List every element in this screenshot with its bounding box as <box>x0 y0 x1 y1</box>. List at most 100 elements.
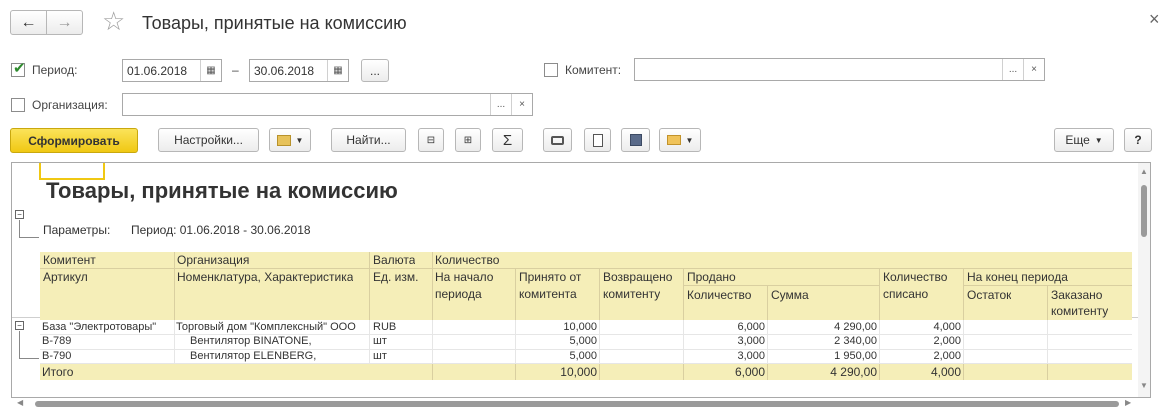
table-cell[interactable]: шт <box>373 334 387 349</box>
variant-dropdown-button[interactable]: ▼ <box>269 128 311 152</box>
report-spreadsheet[interactable]: − − Товары, принятые на комиссию Парамет… <box>11 162 1151 398</box>
group-collapse-icon[interactable]: − <box>15 321 24 330</box>
back-button[interactable]: ← <box>10 10 47 35</box>
scroll-left-icon[interactable]: ◀ <box>17 398 23 407</box>
scroll-down-icon[interactable]: ▼ <box>1140 381 1148 390</box>
table-cell[interactable]: Вентилятор BINATONE, <box>190 334 312 349</box>
ellipsis-icon: ... <box>369 63 380 78</box>
save-button[interactable] <box>621 128 650 152</box>
favorite-star-icon[interactable]: ☆ <box>102 6 125 37</box>
sum-button[interactable]: Σ <box>492 128 523 152</box>
find-label: Найти... <box>346 133 391 147</box>
table-cell[interactable]: В-789 <box>42 334 71 349</box>
table-cell[interactable]: 3,000 <box>685 334 765 349</box>
date-to-field[interactable]: 30.06.2018 ▦ <box>249 59 349 82</box>
window-title: Товары, принятые на комиссию <box>142 13 407 33</box>
arrow-right-icon: → <box>56 13 73 31</box>
group-line <box>19 237 39 238</box>
total-cell: 6,000 <box>734 365 765 379</box>
calendar-icon[interactable]: ▦ <box>327 60 348 81</box>
table-cell[interactable]: 2 340,00 <box>769 334 877 349</box>
table-cell[interactable]: В-790 <box>42 349 71 364</box>
chevron-down-icon: ▼ <box>685 135 694 145</box>
generate-label: Сформировать <box>28 133 120 148</box>
settings-button[interactable]: Настройки... <box>158 128 259 152</box>
table-cell[interactable]: Вентилятор ELENBERG, <box>190 349 316 364</box>
table-cell[interactable]: 5,000 <box>517 349 597 364</box>
table-cell[interactable]: База "Электротовары" <box>42 320 156 335</box>
help-button[interactable]: ? <box>1124 128 1152 152</box>
scroll-up-icon[interactable]: ▲ <box>1140 167 1148 176</box>
collapse-groups-button[interactable]: ⊟ <box>418 128 444 152</box>
table-cell[interactable]: 1 950,00 <box>769 349 877 364</box>
more-button[interactable]: Еще ▼ <box>1054 128 1114 152</box>
org-field[interactable]: ... × <box>122 93 533 116</box>
col-na-nachalo-2: периода <box>435 287 482 301</box>
print-button[interactable] <box>543 128 572 152</box>
help-icon: ? <box>1134 133 1142 147</box>
forward-button[interactable]: → <box>46 10 83 35</box>
ellipsis-icon[interactable]: ... <box>1002 59 1023 80</box>
calendar-icon[interactable]: ▦ <box>200 60 221 81</box>
table-cell[interactable]: 3,000 <box>685 349 765 364</box>
folder-icon <box>276 134 291 146</box>
col-na-konec: На конец периода <box>967 270 1068 284</box>
scroll-thumb[interactable] <box>35 401 1119 407</box>
table-cell[interactable]: шт <box>373 349 387 364</box>
table-cell[interactable]: 5,000 <box>517 334 597 349</box>
clear-icon[interactable]: × <box>511 94 532 115</box>
more-label: Еще <box>1065 133 1090 147</box>
col-ostatok: Остаток <box>967 288 1012 302</box>
find-button[interactable]: Найти... <box>331 128 406 152</box>
col-nomenklatura: Номенклатура, Характеристика <box>177 270 354 284</box>
clear-icon[interactable]: × <box>1023 59 1044 80</box>
floppy-disk-icon <box>629 134 642 146</box>
col-na-nachalo: На начало <box>435 270 494 284</box>
org-label: Организация: <box>32 98 108 112</box>
checkmark-icon: ✔ <box>13 60 26 77</box>
col-spisano: Количество <box>883 270 948 284</box>
expand-icon: ⊞ <box>463 134 473 146</box>
col-artikul: Артикул <box>43 270 88 284</box>
close-icon[interactable]: × <box>1149 9 1160 30</box>
chevron-down-icon: ▼ <box>295 135 304 145</box>
date-from-value: 01.06.2018 <box>127 63 188 78</box>
expand-groups-button[interactable]: ⊞ <box>455 128 481 152</box>
horizontal-scrollbar[interactable]: ◀ ▶ <box>11 398 1151 410</box>
kommitent-checkbox[interactable] <box>544 63 558 77</box>
table-cell[interactable]: Торговый дом "Комплексный" ООО <box>176 320 368 335</box>
period-label: Период: <box>32 63 78 77</box>
preview-icon <box>592 133 603 147</box>
table-cell[interactable]: 10,000 <box>517 320 597 335</box>
total-cell: 10,000 <box>560 365 597 379</box>
table-cell[interactable]: 6,000 <box>685 320 765 335</box>
table-cell[interactable]: 2,000 <box>881 334 961 349</box>
group-line <box>19 220 20 237</box>
table-cell[interactable]: 2,000 <box>881 349 961 364</box>
ellipsis-icon[interactable]: ... <box>490 94 511 115</box>
preview-button[interactable] <box>584 128 611 152</box>
col-vozvrascheno-2: комитенту <box>603 287 661 301</box>
period-select-button[interactable]: ... <box>361 59 389 82</box>
chevron-down-icon: ▼ <box>1094 135 1103 145</box>
table-cell[interactable]: 4,000 <box>881 320 961 335</box>
scroll-right-icon[interactable]: ▶ <box>1125 398 1131 407</box>
col-zakazano: Заказано <box>1051 288 1103 302</box>
date-to-value: 30.06.2018 <box>254 63 315 78</box>
period-checkbox[interactable]: ✔ <box>11 60 26 77</box>
date-from-field[interactable]: 01.06.2018 ▦ <box>122 59 222 82</box>
group-collapse-icon[interactable]: − <box>15 210 24 219</box>
table-cell[interactable]: 4 290,00 <box>769 320 877 335</box>
group-line <box>19 331 20 358</box>
total-cell: 4,000 <box>930 365 961 379</box>
vertical-scrollbar[interactable]: ▲ ▼ <box>1138 163 1150 397</box>
kommitent-field[interactable]: ... × <box>634 58 1045 81</box>
org-checkbox[interactable] <box>11 98 25 112</box>
col-organizaciya: Организация <box>177 253 250 267</box>
col-prinyato-2: комитента <box>519 287 577 301</box>
generate-button[interactable]: Сформировать <box>10 128 138 153</box>
send-email-button[interactable]: ▼ <box>659 128 701 152</box>
scroll-thumb[interactable] <box>1141 185 1147 237</box>
table-cell[interactable]: RUB <box>373 320 396 335</box>
sigma-icon: Σ <box>502 131 513 149</box>
